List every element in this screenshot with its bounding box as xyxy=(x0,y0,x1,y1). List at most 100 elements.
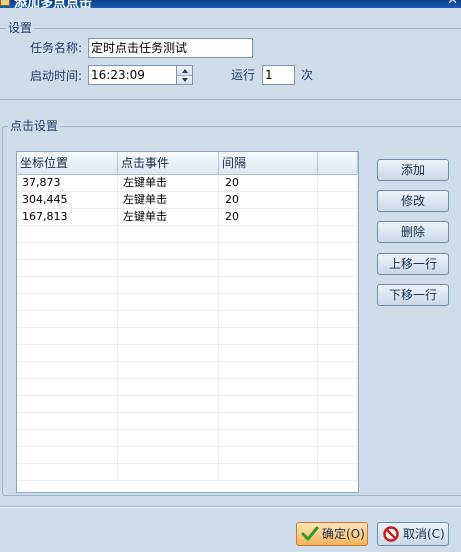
column-header-position[interactable]: 坐标位置 xyxy=(17,152,118,174)
table-cell xyxy=(17,447,118,463)
column-header-interval[interactable]: 间隔 xyxy=(219,152,318,174)
table-cell xyxy=(118,277,219,293)
table-cell xyxy=(17,430,118,446)
close-icon[interactable]: ✕ xyxy=(447,0,458,8)
table-cell xyxy=(17,345,118,361)
table-cell xyxy=(219,294,318,310)
empty-table-row[interactable] xyxy=(17,396,358,413)
column-header-event[interactable]: 点击事件 xyxy=(118,152,219,174)
empty-table-row[interactable] xyxy=(17,260,358,277)
click-points-table[interactable]: 坐标位置 点击事件 间隔 37,873 左键单击 20 304,445 左键单击 20 16… xyxy=(16,151,359,493)
table-cell xyxy=(118,447,219,463)
table-cell xyxy=(17,243,118,259)
empty-table-row[interactable] xyxy=(17,413,358,430)
table-cell xyxy=(318,175,358,191)
move-down-button[interactable]: 下移一行 xyxy=(377,284,449,306)
checkmark-icon xyxy=(301,526,319,541)
table-cell xyxy=(17,311,118,327)
cancel-label: 取消(C) xyxy=(403,527,445,541)
table-row[interactable]: 167,813 左键单击 20 xyxy=(17,209,358,226)
table-cell xyxy=(219,311,318,327)
table-cell xyxy=(219,379,318,395)
table-cell xyxy=(219,345,318,361)
start-time-input[interactable]: 16:23:09 xyxy=(88,65,177,85)
table-cell xyxy=(219,464,318,480)
table-cell xyxy=(118,294,219,310)
spin-down-button[interactable] xyxy=(177,75,192,84)
empty-table-row[interactable] xyxy=(17,447,358,464)
table-cell xyxy=(318,294,358,310)
table-cell: 304,445 xyxy=(17,192,118,208)
modify-button[interactable]: 修改 xyxy=(377,190,449,212)
table-cell xyxy=(318,362,358,378)
empty-table-row[interactable] xyxy=(17,226,358,243)
spin-up-button[interactable] xyxy=(177,66,192,75)
table-cell xyxy=(17,277,118,293)
table-header: 坐标位置 点击事件 间隔 xyxy=(17,152,358,175)
window-title: 添加多点点击 xyxy=(14,0,93,8)
table-cell: 左键单击 xyxy=(118,192,219,208)
empty-table-row[interactable] xyxy=(17,362,358,379)
table-cell xyxy=(118,311,219,327)
empty-table-row[interactable] xyxy=(17,243,358,260)
empty-table-row[interactable] xyxy=(17,311,358,328)
table-cell xyxy=(118,260,219,276)
table-cell: 37,873 xyxy=(17,175,118,191)
table-cell xyxy=(318,311,358,327)
table-cell xyxy=(318,277,358,293)
table-cell xyxy=(17,294,118,310)
task-name-input[interactable]: 定时点击任务测试 xyxy=(88,38,253,58)
run-label: 运行 xyxy=(231,68,256,82)
footer-separator xyxy=(0,506,461,508)
table-cell xyxy=(219,226,318,242)
table-cell xyxy=(118,379,219,395)
table-cell xyxy=(318,226,358,242)
table-cell xyxy=(318,396,358,412)
table-cell xyxy=(219,277,318,293)
start-time-spinner[interactable] xyxy=(176,65,193,85)
table-cell xyxy=(318,379,358,395)
start-time-label: 启动时间: xyxy=(30,69,83,83)
table-cell xyxy=(17,362,118,378)
table-cell xyxy=(318,243,358,259)
empty-table-row[interactable] xyxy=(17,464,358,481)
empty-table-row[interactable] xyxy=(17,345,358,362)
cancel-button[interactable]: 取消(C) xyxy=(377,522,449,546)
table-cell: 左键单击 xyxy=(118,209,219,225)
table-cell xyxy=(318,430,358,446)
title-bar[interactable]: 添加多点点击 ✕ xyxy=(0,0,461,8)
empty-table-row[interactable] xyxy=(17,277,358,294)
empty-table-row[interactable] xyxy=(17,328,358,345)
table-cell xyxy=(118,396,219,412)
empty-table-row[interactable] xyxy=(17,294,358,311)
table-cell xyxy=(17,260,118,276)
table-cell xyxy=(219,413,318,429)
add-button[interactable]: 添加 xyxy=(377,159,449,181)
ok-label: 确定(O) xyxy=(322,527,365,541)
table-cell xyxy=(17,464,118,480)
table-cell xyxy=(118,413,219,429)
table-cell: 20 xyxy=(219,209,318,225)
prohibited-icon xyxy=(383,526,399,542)
table-cell: 左键单击 xyxy=(118,175,219,191)
table-cell xyxy=(318,345,358,361)
table-cell: 20 xyxy=(219,175,318,191)
task-name-label: 任务名称: xyxy=(30,41,83,55)
table-cell xyxy=(17,226,118,242)
table-cell xyxy=(318,413,358,429)
empty-table-row[interactable] xyxy=(17,430,358,447)
empty-table-row[interactable] xyxy=(17,379,358,396)
table-cell xyxy=(17,379,118,395)
table-cell xyxy=(318,447,358,463)
table-row[interactable]: 37,873 左键单击 20 xyxy=(17,175,358,192)
table-cell xyxy=(318,192,358,208)
ok-button[interactable]: 确定(O) xyxy=(296,522,368,546)
table-row[interactable]: 304,445 左键单击 20 xyxy=(17,192,358,209)
delete-button[interactable]: 删除 xyxy=(377,221,449,243)
table-cell xyxy=(118,430,219,446)
table-cell xyxy=(118,464,219,480)
table-cell: 167,813 xyxy=(17,209,118,225)
move-up-button[interactable]: 上移一行 xyxy=(377,253,449,275)
run-count-input[interactable]: 1 xyxy=(262,65,295,85)
arrow-down-icon xyxy=(181,78,188,82)
